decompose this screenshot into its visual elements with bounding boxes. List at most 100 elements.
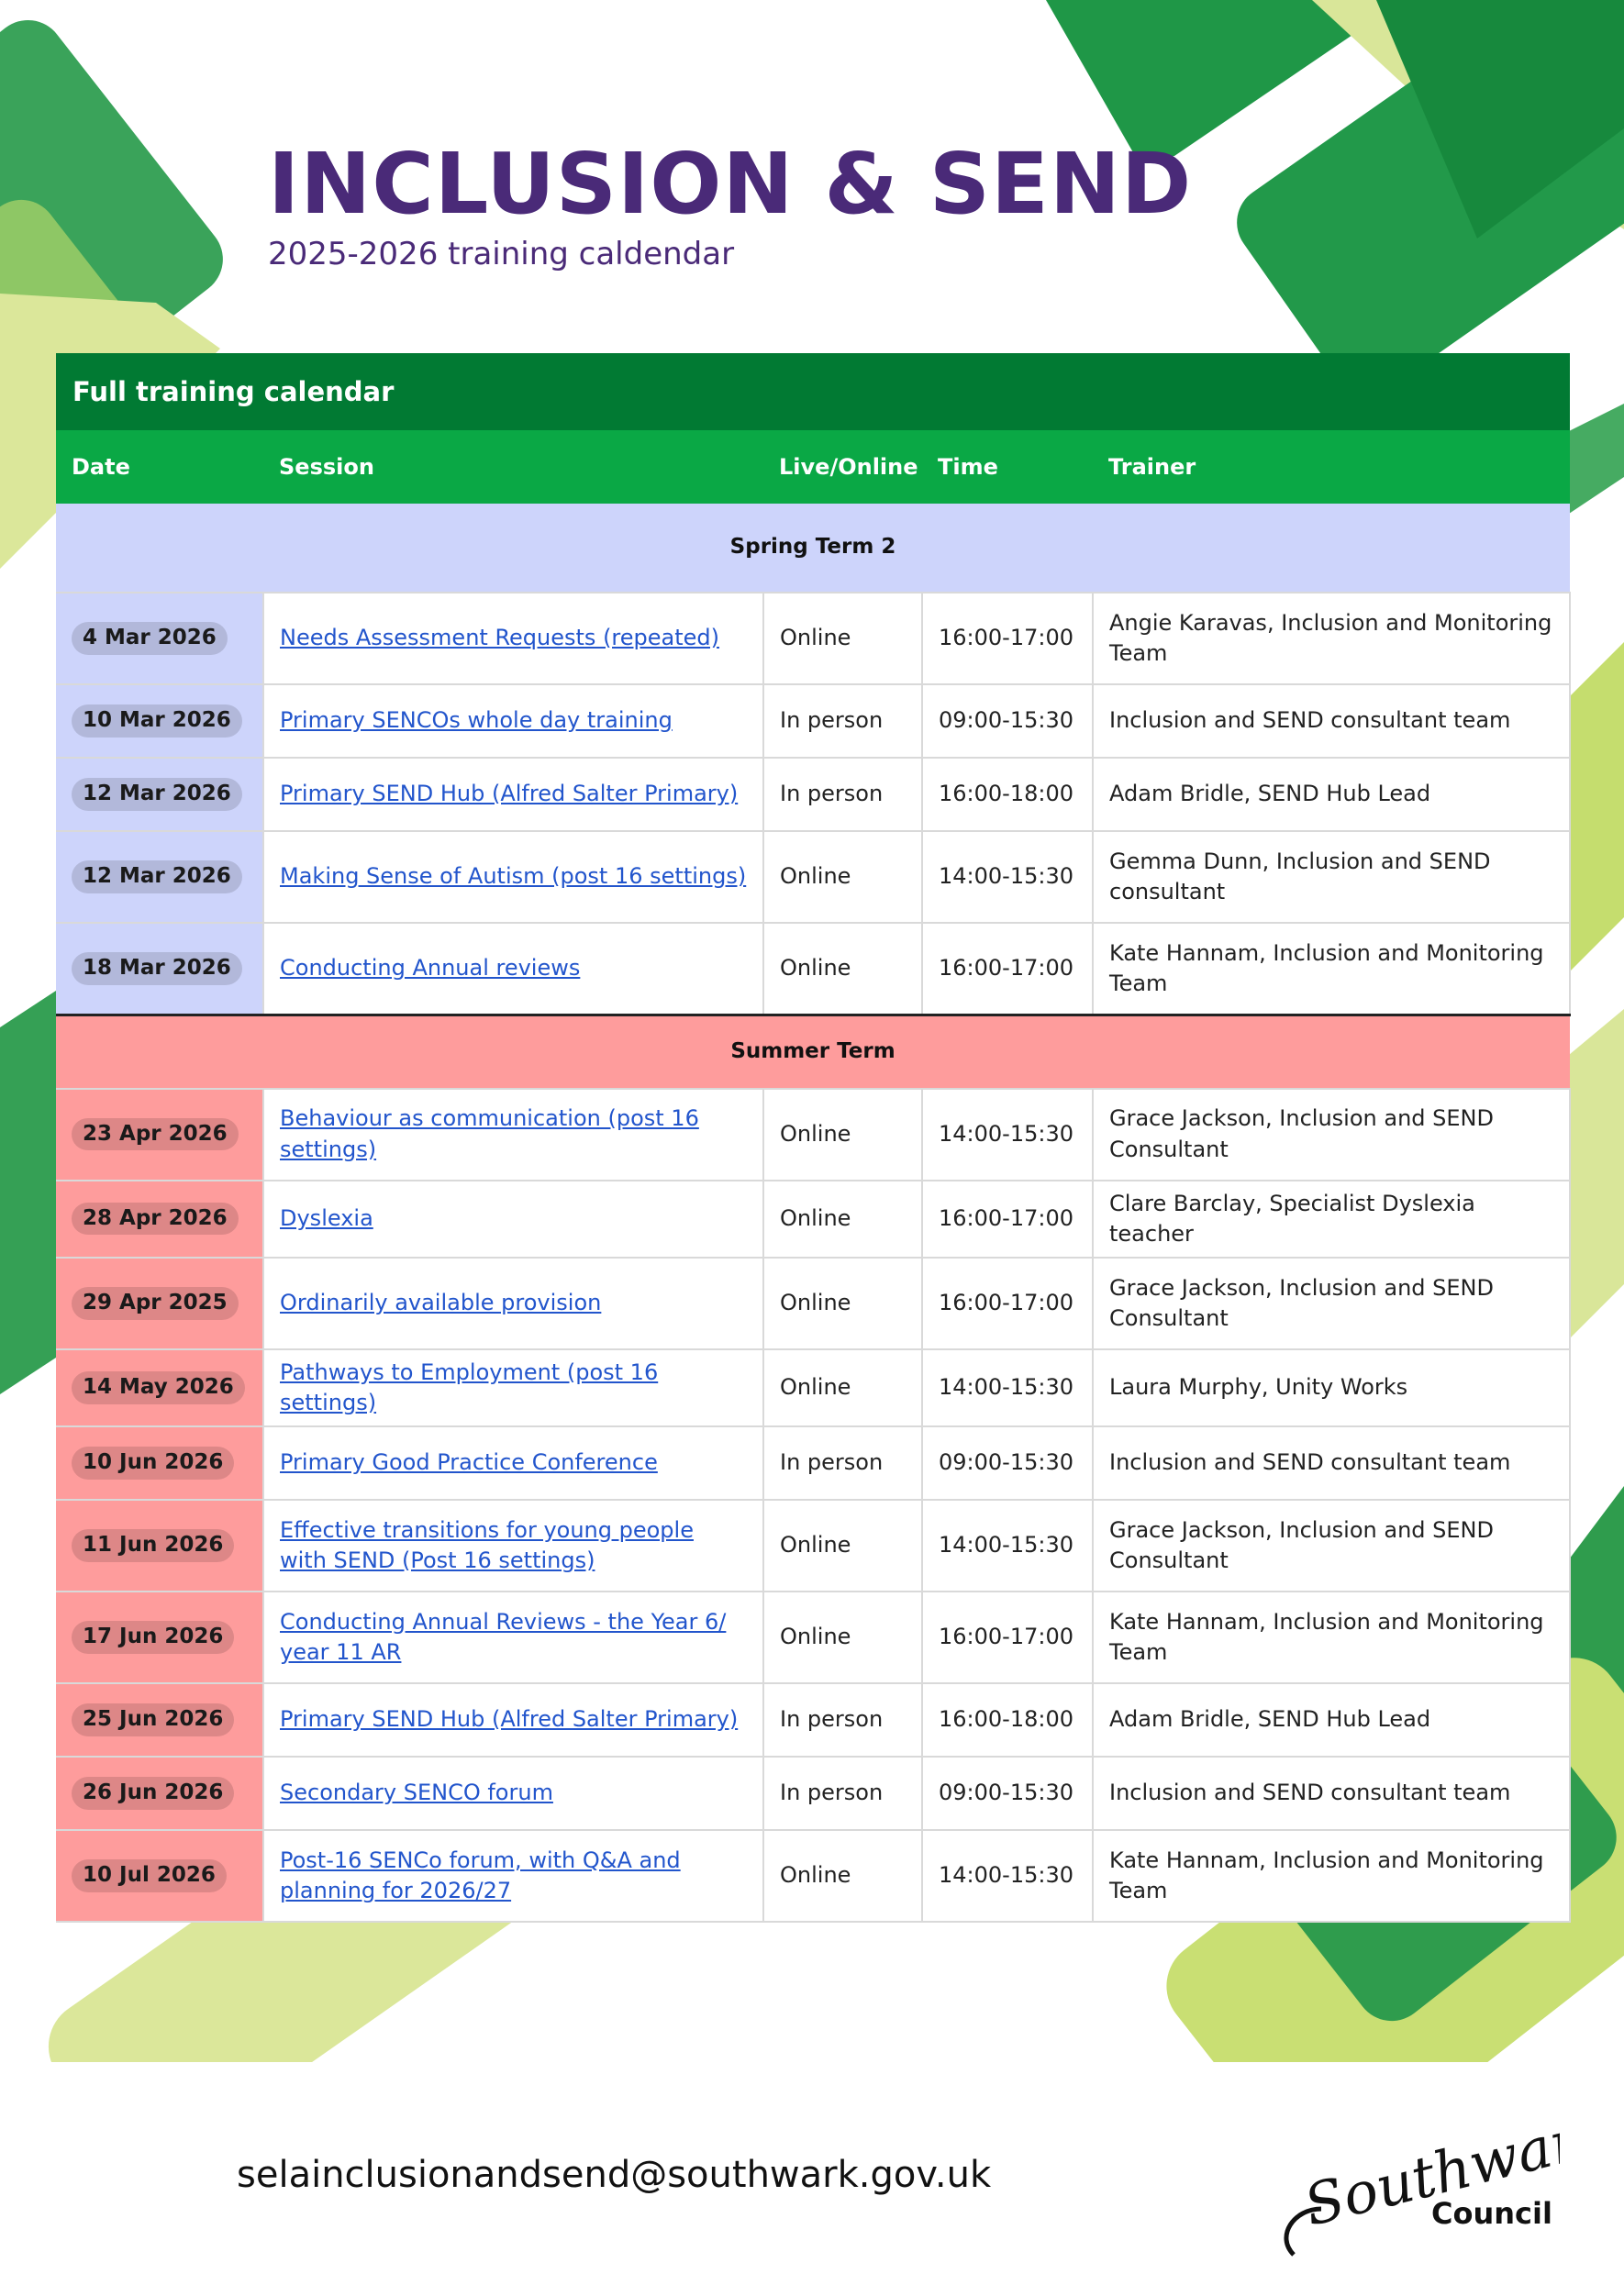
session-row: 10 Jul 2026 Post-16 SENCo forum, with Q&A… [56,1828,1571,1923]
trainer-cell: Angie Karavas, Inclusion and Monitoring … [1092,592,1571,685]
session-row: 28 Apr 2026 Dyslexia Online 16:00-17:00 Clar… [56,1179,1571,1259]
mode-cell: In person [762,1755,923,1831]
spring-term-header: Spring Term 2 [56,504,1570,593]
time-cell: 14:00-15:30 [921,1087,1094,1181]
session-link[interactable]: Behaviour as communication (post 16 sett… [280,1105,699,1161]
session-cell: Dyslexia [262,1179,764,1259]
mode-cell: Online [762,1087,923,1181]
mode-cell: Online [762,1498,923,1592]
trainer-cell: Grace Jackson, Inclusion and SEND Consul… [1092,1087,1571,1181]
trainer-cell: Inclusion and SEND consultant team [1092,1425,1571,1501]
date-cell: 26 Jun 2026 [56,1755,264,1831]
date-badge: 10 Mar 2026 [72,704,242,738]
time-cell: 09:00-15:30 [921,1425,1094,1501]
session-row: 26 Jun 2026 Secondary SENCO forum In perso… [56,1755,1571,1831]
page-subtitle: 2025-2026 training caldendar [268,236,735,273]
date-cell: 18 Mar 2026 [56,922,264,1015]
date-badge: 14 May 2026 [72,1370,245,1404]
mode-cell: Online [762,592,923,685]
date-badge: 12 Mar 2026 [72,860,242,893]
session-row: 29 Apr 2025 Ordinarily available provisio… [56,1256,1571,1350]
column-header-trainer: Trainer [1093,430,1570,504]
calendar-table: Date Session Live/Online Time Trainer Sp… [56,430,1571,1923]
session-link[interactable]: Pathways to Employment (post 16 settings… [280,1359,658,1415]
time-cell: 14:00-15:30 [921,830,1094,924]
trainer-cell: Clare Barclay, Specialist Dyslexia teach… [1092,1179,1571,1259]
session-cell: Post-16 SENCo forum, with Q&A and planni… [262,1828,764,1923]
mode-cell: Online [762,922,923,1015]
summer-term-header: Summer Term [56,1013,1570,1089]
column-header-date: Date [56,430,263,504]
session-link[interactable]: Secondary SENCO forum [280,1780,553,1805]
session-row: 17 Jun 2026 Conducting Annual Reviews - t… [56,1590,1571,1684]
trainer-cell: Adam Bridle, SEND Hub Lead [1092,1681,1571,1758]
date-badge: 26 Jun 2026 [72,1777,235,1810]
mode-cell: Online [762,1179,923,1259]
session-cell: Needs Assessment Requests (repeated) [262,592,764,685]
date-cell: 12 Mar 2026 [56,757,264,832]
trainer-cell: Laura Murphy, Unity Works [1092,1348,1571,1427]
date-badge: 12 Mar 2026 [72,778,242,811]
date-cell: 14 May 2026 [56,1348,264,1427]
session-link[interactable]: Effective transitions for young people w… [280,1517,694,1573]
mode-cell: Online [762,1590,923,1684]
date-badge: 18 Mar 2026 [72,951,242,985]
page-title: INCLUSION & SEND [268,135,1193,233]
session-row: 10 Mar 2026 Primary SENCOs whole day trai… [56,683,1571,759]
session-link[interactable]: Making Sense of Autism (post 16 settings… [280,863,746,889]
date-badge: 25 Jun 2026 [72,1703,235,1736]
mode-cell: In person [762,1425,923,1501]
session-link[interactable]: Post-16 SENCo forum, with Q&A and planni… [280,1847,681,1903]
logo-council-text: Council [1431,2196,1552,2231]
session-cell: Primary SENCOs whole day training [262,683,764,759]
session-row: 12 Mar 2026 Primary SEND Hub (Alfred Salt… [56,757,1571,832]
session-row: 12 Mar 2026 Making Sense of Autism (post … [56,830,1571,924]
session-cell: Primary SEND Hub (Alfred Salter Primary) [262,757,764,832]
session-row: 11 Jun 2026 Effective transitions for you… [56,1498,1571,1592]
mode-cell: Online [762,1828,923,1923]
session-cell: Pathways to Employment (post 16 settings… [262,1348,764,1427]
contact-email[interactable]: selainclusionandsend@southwark.gov.uk [237,2154,991,2196]
session-link[interactable]: Primary SEND Hub (Alfred Salter Primary) [280,1706,738,1732]
trainer-cell: Adam Bridle, SEND Hub Lead [1092,757,1571,832]
mode-cell: In person [762,757,923,832]
session-link[interactable]: Conducting Annual Reviews - the Year 6/ … [280,1609,726,1665]
session-link[interactable]: Ordinarily available provision [280,1290,601,1315]
session-link[interactable]: Dyslexia [280,1205,373,1231]
date-badge: 10 Jul 2026 [72,1859,227,1892]
session-cell: Conducting Annual Reviews - the Year 6/ … [262,1590,764,1684]
date-cell: 10 Jul 2026 [56,1828,264,1923]
page-header: INCLUSION & SEND 2025-2026 training cald… [268,138,1192,272]
session-link[interactable]: Conducting Annual reviews [280,955,580,981]
southwark-council-logo: Southwark [1284,2099,1560,2257]
session-cell: Conducting Annual reviews [262,922,764,1015]
date-cell: 17 Jun 2026 [56,1590,264,1684]
date-badge: 23 Apr 2026 [72,1117,239,1151]
session-row: 23 Apr 2026 Behaviour as communication (p… [56,1087,1571,1181]
trainer-cell: Grace Jackson, Inclusion and SEND Consul… [1092,1498,1571,1592]
date-badge: 17 Jun 2026 [72,1621,235,1654]
mode-cell: In person [762,683,923,759]
column-header-row: Date Session Live/Online Time Trainer [56,430,1570,504]
mode-cell: Online [762,1348,923,1427]
session-cell: Ordinarily available provision [262,1256,764,1350]
session-link[interactable]: Needs Assessment Requests (repeated) [280,625,719,650]
mode-cell: Online [762,830,923,924]
session-row: 14 May 2026 Pathways to Employment (post … [56,1348,1571,1427]
date-cell: 10 Mar 2026 [56,683,264,759]
page-footer: selainclusionandsend@southwark.gov.uk So… [0,2062,1624,2296]
time-cell: 16:00-17:00 [921,1256,1094,1350]
session-link[interactable]: Primary Good Practice Conference [280,1449,658,1475]
time-cell: 14:00-15:30 [921,1828,1094,1923]
trainer-cell: Kate Hannam, Inclusion and Monitoring Te… [1092,1828,1571,1923]
training-calendar: Full training calendar Date Session Live… [56,353,1571,1923]
session-row: 25 Jun 2026 Primary SEND Hub (Alfred Salt… [56,1681,1571,1758]
session-cell: Primary SEND Hub (Alfred Salter Primary) [262,1681,764,1758]
date-cell: 23 Apr 2026 [56,1087,264,1181]
calendar-title: Full training calendar [56,353,1570,430]
mode-cell: Online [762,1256,923,1350]
session-cell: Primary Good Practice Conference [262,1425,764,1501]
trainer-cell: Kate Hannam, Inclusion and Monitoring Te… [1092,922,1571,1015]
session-link[interactable]: Primary SENCOs whole day training [280,707,673,733]
session-link[interactable]: Primary SEND Hub (Alfred Salter Primary) [280,781,738,806]
